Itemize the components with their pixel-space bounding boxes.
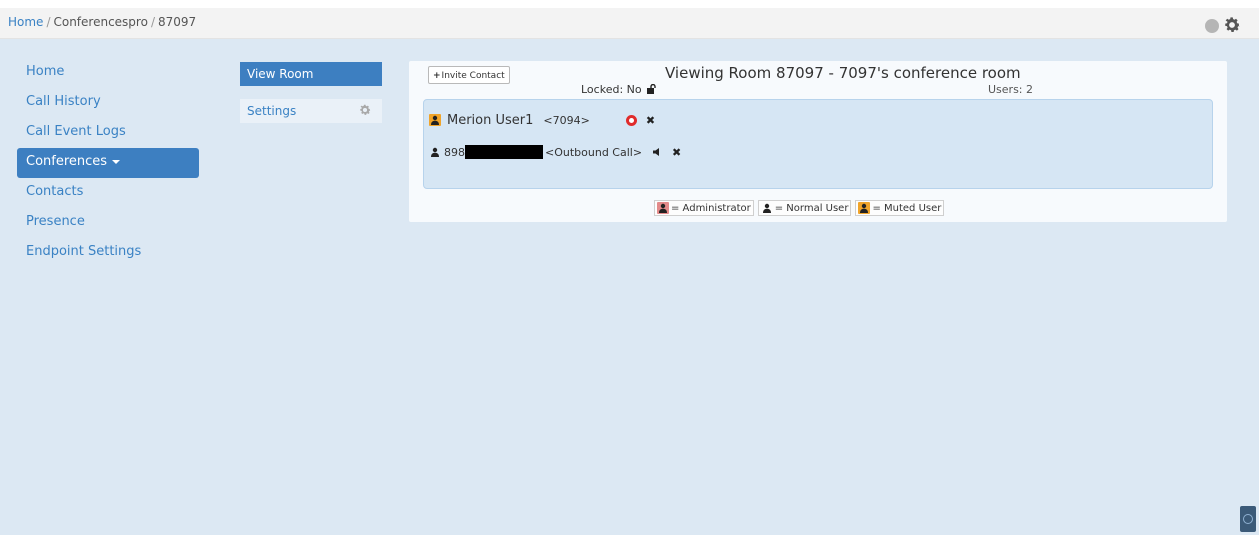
participants-list: Merion User1 <7094> ✖ 898 <Outbound Call… (423, 99, 1213, 189)
sidebar-item-contacts[interactable]: Contacts (17, 178, 199, 208)
gear-icon (360, 104, 371, 115)
breadcrumb-room: 87097 (157, 15, 197, 29)
locked-status: Locked: No (581, 83, 657, 96)
breadcrumb-separator: / (150, 15, 155, 29)
legend-normal-user: = Normal User (757, 200, 852, 216)
conference-subnav: View Room Settings (240, 62, 382, 123)
room-title: Viewing Room 87097 - 7097's conference r… (665, 64, 1021, 82)
view-room-tab[interactable]: View Room (240, 62, 382, 86)
remove-participant-icon[interactable]: ✖ (672, 146, 681, 159)
plus-icon: + (433, 71, 441, 81)
legend-muted-user-label: = Muted User (872, 202, 942, 214)
normal-user-icon (761, 202, 773, 214)
participant-extension: <Outbound Call> (545, 145, 643, 159)
status-dot-icon[interactable] (1205, 19, 1219, 33)
gear-icon[interactable] (1222, 15, 1242, 35)
sidebar-item-conferences[interactable]: Conferences (17, 148, 199, 178)
chat-widget-icon[interactable] (1240, 506, 1256, 532)
admin-user-icon (657, 202, 669, 214)
legend-normal-user-label: = Normal User (774, 202, 849, 214)
role-legend: = Administrator = Normal User = Muted Us… (654, 200, 948, 216)
breadcrumb-separator: / (46, 15, 51, 29)
unlock-icon[interactable] (647, 84, 657, 94)
participant-extension: <7094> (543, 113, 590, 127)
sidebar-item-call-event-logs[interactable]: Call Event Logs (17, 118, 199, 148)
invite-contact-button[interactable]: +Invite Contact (428, 66, 510, 84)
breadcrumb-conferences[interactable]: Conferencespro (53, 15, 147, 29)
participant-name: 898 (444, 145, 465, 159)
remove-participant-icon[interactable]: ✖ (646, 114, 655, 127)
legend-administrator-label: = Administrator (671, 202, 751, 214)
muted-user-icon (858, 202, 871, 214)
legend-muted-user: = Muted User (855, 200, 945, 216)
breadcrumb-home[interactable]: Home (8, 15, 43, 29)
invite-contact-label: Invite Contact (441, 71, 505, 81)
settings-tab-label: Settings (247, 104, 297, 118)
breadcrumb: Home / Conferencespro/87097 (8, 15, 196, 29)
top-strip (0, 0, 1259, 8)
locked-label: Locked: No (581, 83, 642, 96)
participant-row: 898 <Outbound Call> ✖ (429, 142, 681, 162)
normal-user-icon (429, 146, 441, 158)
settings-tab[interactable]: Settings (240, 99, 382, 123)
muted-user-icon (429, 114, 441, 126)
caret-down-icon (112, 159, 121, 164)
sidebar-nav: Home Call History Call Event Logs Confer… (17, 58, 199, 268)
redacted-number (465, 145, 543, 159)
sidebar-item-conferences-label: Conferences (26, 154, 108, 169)
sidebar-item-presence[interactable]: Presence (17, 208, 199, 238)
sidebar-item-home[interactable]: Home (17, 58, 199, 88)
participant-row: Merion User1 <7094> ✖ (429, 110, 655, 130)
room-panel: +Invite Contact Viewing Room 87097 - 709… (409, 61, 1227, 222)
users-count: Users: 2 (988, 83, 1034, 96)
speaker-icon[interactable] (652, 147, 662, 157)
legend-administrator: = Administrator (654, 200, 754, 216)
header-bar: Home / Conferencespro/87097 (0, 8, 1259, 39)
make-admin-icon[interactable] (625, 114, 637, 126)
participant-name: Merion User1 (447, 112, 534, 128)
sidebar-item-endpoint-settings[interactable]: Endpoint Settings (17, 238, 199, 268)
sidebar-item-call-history[interactable]: Call History (17, 88, 199, 118)
